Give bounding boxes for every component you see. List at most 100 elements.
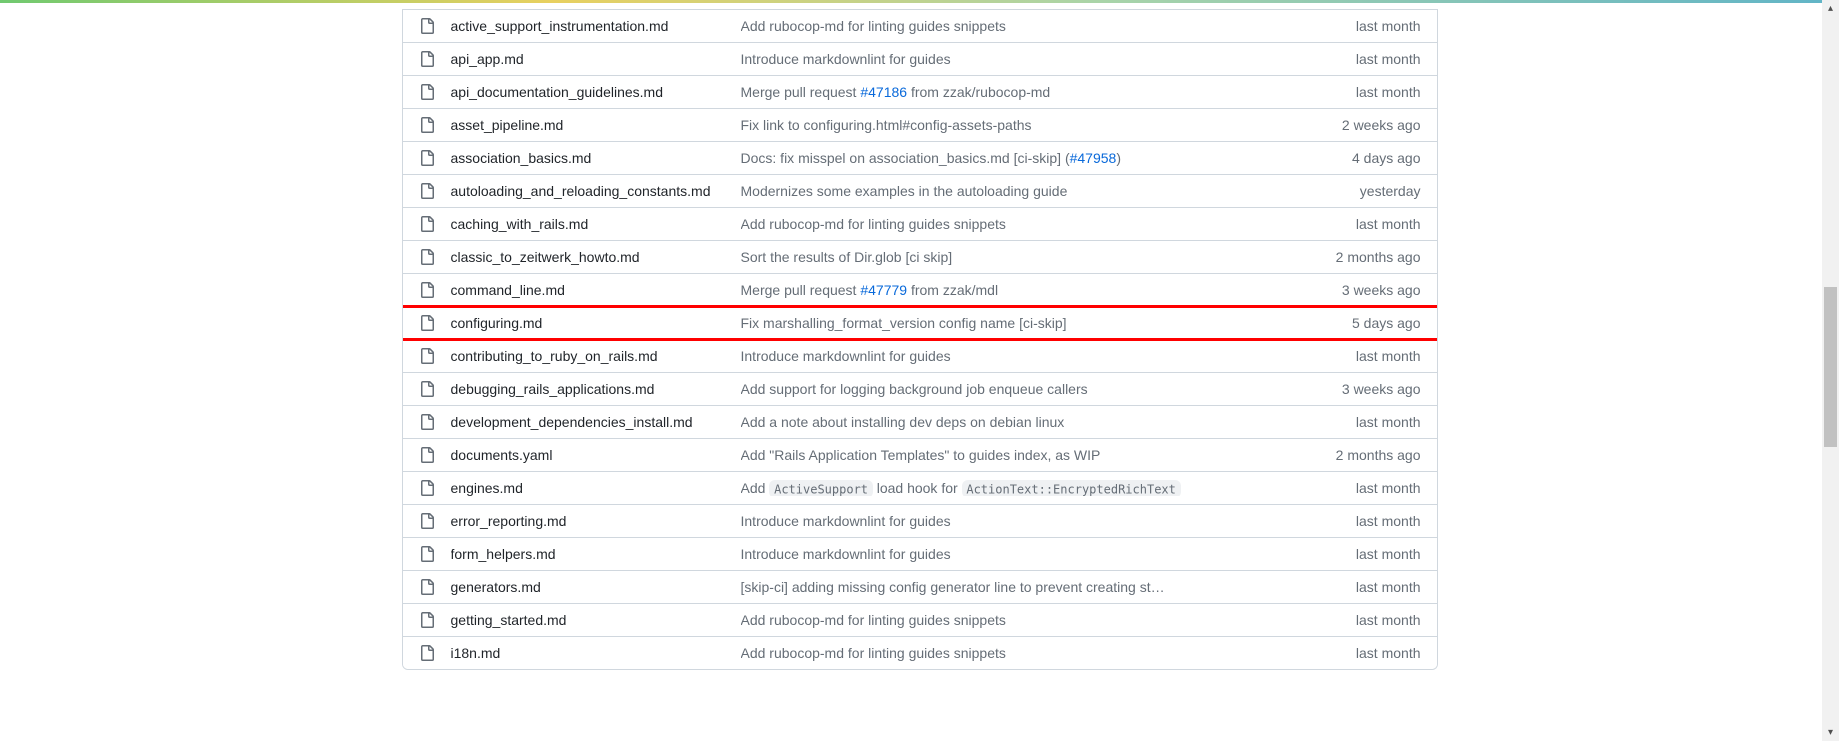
commit-message-text: Merge pull request [741,282,861,298]
commit-message-link[interactable]: Sort the results of Dir.glob [ci skip] [741,249,953,265]
commit-message-text: from zzak/rubocop-md [907,84,1050,100]
commit-message: Add support for logging background job e… [741,381,1291,397]
commit-message: Add "Rails Application Templates" to gui… [741,447,1291,463]
issue-link[interactable]: #47958 [1070,150,1117,166]
file-row: command_line.mdMerge pull request #47779… [403,273,1437,306]
file-name-link[interactable]: classic_to_zeitwerk_howto.md [451,249,741,265]
commit-message: Add rubocop-md for linting guides snippe… [741,645,1291,661]
commit-message-link[interactable]: Add a note about installing dev deps on … [741,414,1065,430]
commit-time: last month [1291,513,1421,529]
commit-message-link[interactable]: Merge pull request #47186 from zzak/rubo… [741,84,1051,100]
commit-message-text: Docs: fix misspel on association_basics.… [741,150,1070,166]
file-name-link[interactable]: association_basics.md [451,150,741,166]
commit-message-text: from zzak/mdl [907,282,998,298]
file-name-link[interactable]: api_app.md [451,51,741,67]
commit-message-link[interactable]: Add rubocop-md for linting guides snippe… [741,645,1006,661]
file-name-link[interactable]: contributing_to_ruby_on_rails.md [451,348,741,364]
commit-time: last month [1291,84,1421,100]
commit-time: last month [1291,51,1421,67]
commit-message-text: Add rubocop-md for linting guides snippe… [741,216,1006,232]
file-name-link[interactable]: i18n.md [451,645,741,661]
commit-message: Docs: fix misspel on association_basics.… [741,150,1291,166]
commit-message: Add rubocop-md for linting guides snippe… [741,612,1291,628]
file-name-link[interactable]: engines.md [451,480,741,496]
scrollbar-thumb[interactable] [1824,287,1837,447]
commit-message-link[interactable]: Add rubocop-md for linting guides snippe… [741,216,1006,232]
file-row: active_support_instrumentation.mdAdd rub… [403,9,1437,42]
commit-message-text: Introduce markdownlint for guides [741,51,951,67]
commit-message: Add rubocop-md for linting guides snippe… [741,216,1291,232]
file-row: documents.yamlAdd "Rails Application Tem… [403,438,1437,471]
file-name-link[interactable]: form_helpers.md [451,546,741,562]
scrollbar-track[interactable]: ▴ ▾ [1822,0,1839,741]
file-row: association_basics.mdDocs: fix misspel o… [403,141,1437,174]
commit-message-text: ) [1116,150,1121,166]
file-name-link[interactable]: getting_started.md [451,612,741,628]
file-icon [419,645,435,661]
commit-message-link[interactable]: Modernizes some examples in the autoload… [741,183,1068,199]
commit-message-text: Add rubocop-md for linting guides snippe… [741,18,1006,34]
file-row: engines.mdAdd ActiveSupport load hook fo… [403,471,1437,504]
commit-time: last month [1291,414,1421,430]
file-name-link[interactable]: generators.md [451,579,741,595]
commit-message-text: Introduce markdownlint for guides [741,546,951,562]
scroll-up-arrow[interactable]: ▴ [1822,0,1839,17]
file-icon [419,546,435,562]
commit-message-text: Sort the results of Dir.glob [ci skip] [741,249,953,265]
commit-time: 2 months ago [1291,447,1421,463]
commit-message-text: Fix link to configuring.html#config-asse… [741,117,1032,133]
file-icon [419,249,435,265]
commit-time: last month [1291,216,1421,232]
commit-message-link[interactable]: [skip-ci] adding missing config generato… [741,579,1165,595]
file-name-link[interactable]: active_support_instrumentation.md [451,18,741,34]
commit-message: Introduce markdownlint for guides [741,513,1291,529]
commit-time: last month [1291,645,1421,661]
commit-time: last month [1291,579,1421,595]
file-name-link[interactable]: autoloading_and_reloading_constants.md [451,183,741,199]
file-icon [419,51,435,67]
commit-time: 2 weeks ago [1291,117,1421,133]
commit-message-text: Add support for logging background job e… [741,381,1088,397]
file-icon [419,117,435,133]
commit-message-link[interactable]: Fix marshalling_format_version config na… [741,315,1067,331]
commit-message-link[interactable]: Docs: fix misspel on association_basics.… [741,150,1122,166]
file-name-link[interactable]: command_line.md [451,282,741,298]
file-icon [419,414,435,430]
commit-message: Modernizes some examples in the autoload… [741,183,1291,199]
file-list: active_support_instrumentation.mdAdd rub… [402,9,1438,670]
commit-message-link[interactable]: Add "Rails Application Templates" to gui… [741,447,1101,463]
commit-message-text: Fix marshalling_format_version config na… [741,315,1067,331]
issue-link[interactable]: #47779 [860,282,907,298]
commit-message: Introduce markdownlint for guides [741,546,1291,562]
commit-message-link[interactable]: Introduce markdownlint for guides [741,51,951,67]
file-name-link[interactable]: api_documentation_guidelines.md [451,84,741,100]
commit-message-link[interactable]: Add rubocop-md for linting guides snippe… [741,612,1006,628]
file-icon [419,183,435,199]
file-name-link[interactable]: debugging_rails_applications.md [451,381,741,397]
commit-message-link[interactable]: Merge pull request #47779 from zzak/mdl [741,282,999,298]
file-name-link[interactable]: error_reporting.md [451,513,741,529]
file-name-link[interactable]: asset_pipeline.md [451,117,741,133]
file-name-link[interactable]: caching_with_rails.md [451,216,741,232]
commit-time: last month [1291,612,1421,628]
commit-message-link[interactable]: Introduce markdownlint for guides [741,348,951,364]
commit-message-link[interactable]: Introduce markdownlint for guides [741,513,951,529]
commit-message-link[interactable]: Add support for logging background job e… [741,381,1088,397]
commit-message-text: Add rubocop-md for linting guides snippe… [741,645,1006,661]
scroll-down-arrow[interactable]: ▾ [1822,724,1839,741]
file-icon [419,447,435,463]
file-row: api_documentation_guidelines.mdMerge pul… [403,75,1437,108]
file-row: i18n.mdAdd rubocop-md for linting guides… [403,636,1437,669]
commit-message-link[interactable]: Add rubocop-md for linting guides snippe… [741,18,1006,34]
file-row: configuring.mdFix marshalling_format_ver… [403,306,1437,339]
commit-message-link[interactable]: Add ActiveSupport load hook for ActionTe… [741,480,1181,496]
commit-message-link[interactable]: Fix link to configuring.html#config-asse… [741,117,1032,133]
commit-message-link[interactable]: Introduce markdownlint for guides [741,546,951,562]
file-icon [419,348,435,364]
issue-link[interactable]: #47186 [860,84,907,100]
commit-message: Merge pull request #47186 from zzak/rubo… [741,84,1291,100]
file-name-link[interactable]: development_dependencies_install.md [451,414,741,430]
file-name-link[interactable]: configuring.md [451,315,741,331]
file-icon [419,282,435,298]
file-name-link[interactable]: documents.yaml [451,447,741,463]
